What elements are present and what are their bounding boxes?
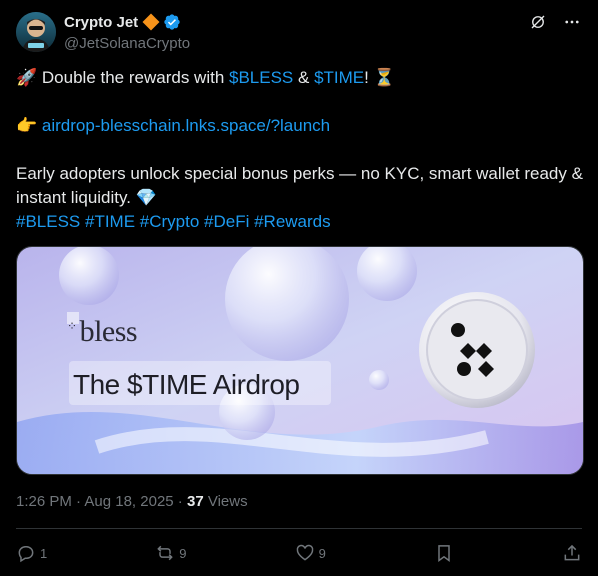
orange-diamond-icon [142, 13, 160, 31]
author-name-row[interactable]: Crypto Jet [64, 13, 181, 31]
author-handle[interactable]: @JetSolanaCrypto [64, 35, 190, 52]
tweet-text-segment: Early adopters unlock special bonus perk… [16, 164, 583, 207]
bookmark-icon [438, 545, 450, 562]
media-brand: ⁘ bless [67, 315, 138, 349]
like-button[interactable]: 9 [295, 543, 326, 563]
tweet-line-3: Early adopters unlock special bonus perk… [16, 162, 588, 210]
tweet-link[interactable]: airdrop-blesschain.lnks.space/?launch [42, 116, 330, 135]
rocket-icon: 🚀 [16, 68, 38, 87]
hourglass-icon: ⏳ [373, 68, 395, 87]
tweet-line-1: 🚀 Double the rewards with $BLESS & $TIME… [16, 66, 588, 90]
verified-badge-icon[interactable] [163, 13, 181, 31]
tweet-text-segment: ! [364, 68, 369, 87]
share-button[interactable] [562, 543, 582, 563]
like-count: 9 [318, 545, 326, 561]
repost-button[interactable]: 9 [155, 543, 187, 563]
pointing-hand-icon: 👉 [16, 116, 38, 135]
views-count: 37 [186, 493, 204, 510]
tweet-line-2: 👉 airdrop-blesschain.lnks.space/?launch [16, 114, 588, 138]
bless-logo-icon: ⁘ [67, 319, 77, 333]
tweet-media-image[interactable]: ⁘ bless The $TIME Airdrop [16, 246, 584, 475]
gem-icon: 💎 [135, 188, 157, 207]
cashtag-time[interactable]: $TIME [314, 68, 364, 87]
meta-separator: · [71, 493, 85, 510]
tweet-text-segment: Double the rewards with [41, 68, 229, 87]
repost-count: 9 [179, 545, 187, 561]
cashtag-bless[interactable]: $BLESS [229, 68, 293, 87]
tweet-text: 🚀 Double the rewards with $BLESS & $TIME… [16, 66, 588, 234]
share-icon [564, 544, 580, 561]
more-icon[interactable] [562, 12, 582, 32]
reply-count: 1 [40, 545, 48, 561]
tweet-header-actions [528, 12, 582, 32]
tweet-action-bar: 1 9 9 [16, 540, 582, 566]
grok-icon[interactable] [528, 12, 548, 32]
tweet-time[interactable]: 1:26 PM [16, 493, 72, 510]
views-label: Views [203, 493, 248, 510]
meta-separator: · [173, 493, 187, 510]
reply-icon [18, 546, 34, 563]
tweet-date[interactable]: Aug 18, 2025 [84, 493, 173, 510]
tweet-text-segment: & [293, 68, 315, 87]
repost-icon [157, 545, 174, 561]
media-headline: The $TIME Airdrop [73, 369, 300, 400]
media-brand-text: bless [79, 315, 138, 348]
divider [16, 528, 582, 529]
avatar[interactable] [16, 12, 56, 52]
bookmark-button[interactable] [434, 543, 454, 563]
tweet-meta: 1:26 PM · Aug 18, 2025 · 37 Views [16, 493, 248, 510]
tweet-hashtags[interactable]: #BLESS #TIME #Crypto #DeFi #Rewards [16, 210, 588, 234]
heart-icon [296, 544, 313, 561]
author-name[interactable]: Crypto Jet [64, 14, 138, 31]
reply-button[interactable]: 1 [16, 543, 47, 563]
